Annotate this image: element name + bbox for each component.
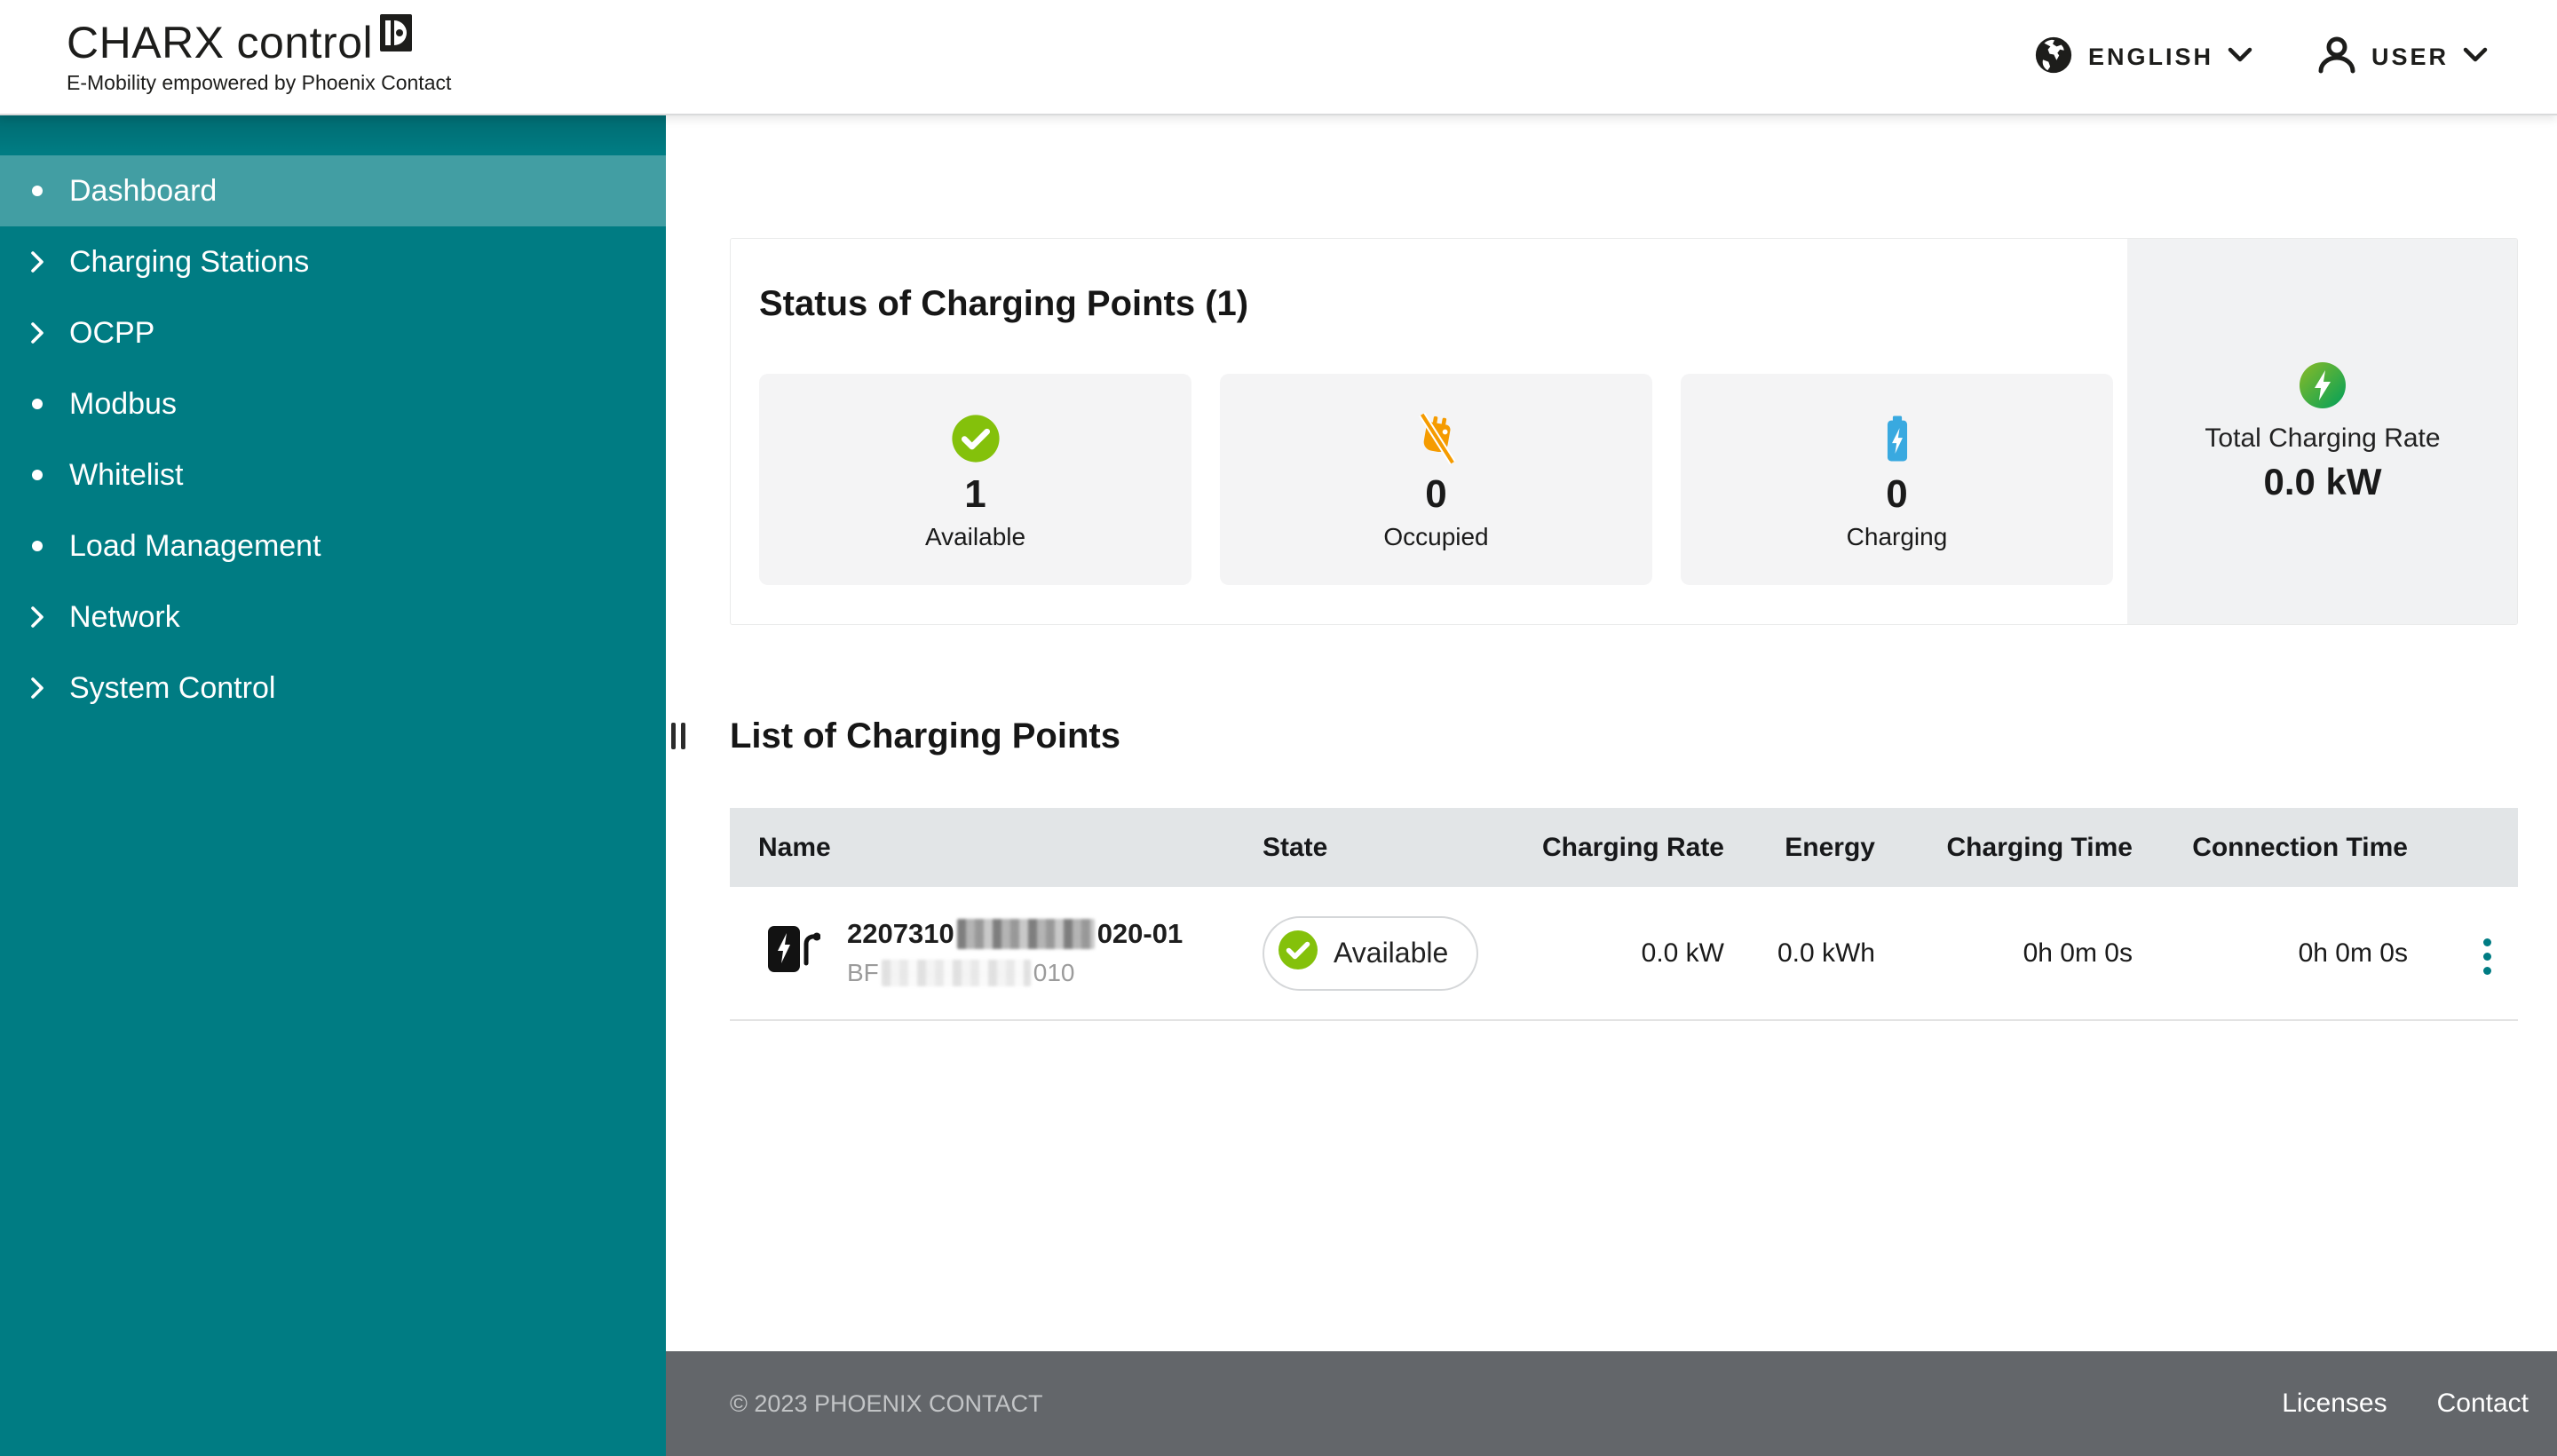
total-charging-rate-label: Total Charging Rate [2205, 423, 2440, 454]
check-circle-icon [950, 413, 1001, 469]
brand-tagline: E-Mobility empowered by Phoenix Contact [67, 71, 451, 95]
sidebar-item-load-management[interactable]: Load Management [0, 510, 666, 582]
sidebar-resize-handle[interactable] [668, 719, 689, 753]
status-tile-occupied: 0 Occupied [1220, 374, 1652, 585]
user-menu[interactable]: USER [2316, 35, 2488, 80]
contact-link[interactable]: Contact [2437, 1389, 2529, 1419]
column-header-name: Name [730, 808, 1263, 887]
brand-logo[interactable]: CHARXcontrol E-Mobility empowered by Pho… [67, 20, 451, 95]
charging-time-value: 0h 0m 0s [1875, 887, 2133, 1020]
column-header-connection-time: Connection Time [2133, 808, 2408, 887]
connection-time-value: 0h 0m 0s [2133, 887, 2408, 1020]
column-header-charging-rate: Charging Rate [1511, 808, 1724, 887]
plug-slash-icon [1411, 413, 1462, 469]
charging-point-serial: BF010 [847, 959, 1183, 988]
chevron-down-icon [2228, 47, 2252, 67]
sidebar-item-modbus[interactable]: Modbus [0, 368, 666, 439]
battery-bolt-icon [1882, 413, 1912, 469]
redacted-text [957, 919, 1095, 949]
row-actions-kebab-icon[interactable] [2474, 930, 2518, 984]
occupied-count: 0 [1425, 472, 1446, 517]
sidebar: Dashboard Charging Stations OCPP Modbus … [0, 115, 666, 1456]
total-charging-rate-panel: Total Charging Rate 0.0 kW [2127, 239, 2518, 624]
list-title: List of Charging Points [730, 714, 2518, 758]
sidebar-item-ocpp[interactable]: OCPP [0, 297, 666, 368]
copyright-text: © 2023 PHOENIX CONTACT [730, 1390, 1042, 1418]
ev-charger-icon [765, 922, 820, 983]
sidebar-nav: Dashboard Charging Stations OCPP Modbus … [0, 115, 666, 724]
sidebar-item-charging-stations[interactable]: Charging Stations [0, 226, 666, 297]
bullet-icon [27, 470, 48, 480]
language-label: ENGLISH [2088, 44, 2213, 71]
table-header-row: Name State Charging Rate Energy Charging… [730, 808, 2518, 887]
status-tile-available: 1 Available [759, 374, 1191, 585]
charging-point-name: 2207310020-01 [847, 918, 1183, 951]
person-icon [2316, 35, 2357, 80]
available-count: 1 [964, 472, 986, 517]
charging-point-row[interactable]: 2207310020-01 BF010 Available [730, 887, 2518, 1020]
language-menu[interactable]: ENGLISH [2033, 35, 2252, 80]
status-tile-charging: 0 Charging [1681, 374, 2113, 585]
column-header-charging-time: Charging Time [1875, 808, 2133, 887]
chevron-down-icon [2463, 47, 2488, 67]
bolt-circle-icon [2298, 360, 2347, 415]
column-header-energy: Energy [1724, 808, 1875, 887]
main-content: Status of Charging Points (1) 1 Availabl… [666, 115, 2557, 1351]
state-badge: Available [1263, 916, 1478, 991]
charging-points-table: Name State Charging Rate Energy Charging… [730, 808, 2518, 1021]
globe-icon [2033, 35, 2074, 80]
sidebar-item-system-control[interactable]: System Control [0, 653, 666, 724]
phoenix-contact-logo-icon [380, 14, 412, 58]
app-header: CHARXcontrol E-Mobility empowered by Pho… [0, 0, 2557, 115]
status-card-title: Status of Charging Points (1) [759, 281, 2113, 326]
chevron-right-icon [27, 605, 48, 629]
app-footer: © 2023 PHOENIX CONTACT Licenses Contact [666, 1351, 2557, 1456]
bullet-icon [27, 399, 48, 409]
charging-points-list-section: List of Charging Points Name State Charg… [730, 714, 2518, 1021]
chevron-right-icon [27, 249, 48, 274]
bullet-icon [27, 541, 48, 551]
column-header-actions [2408, 808, 2518, 887]
sidebar-item-network[interactable]: Network [0, 582, 666, 653]
charging-rate-value: 0.0 kW [1511, 887, 1724, 1020]
charging-label: Charging [1847, 522, 1948, 552]
redacted-text [882, 960, 1031, 986]
chevron-right-icon [27, 676, 48, 700]
sidebar-item-whitelist[interactable]: Whitelist [0, 439, 666, 510]
charging-count: 0 [1886, 472, 1907, 517]
user-label: USER [2371, 44, 2449, 71]
bullet-icon [27, 186, 48, 196]
total-charging-rate-value: 0.0 kW [2263, 461, 2381, 503]
check-circle-icon [1277, 929, 1319, 978]
available-label: Available [925, 522, 1025, 552]
column-header-state: State [1263, 808, 1511, 887]
occupied-label: Occupied [1383, 522, 1488, 552]
state-label: Available [1334, 937, 1448, 969]
licenses-link[interactable]: Licenses [2282, 1389, 2387, 1419]
sidebar-item-dashboard[interactable]: Dashboard [0, 155, 666, 226]
chevron-right-icon [27, 320, 48, 345]
status-card: Status of Charging Points (1) 1 Availabl… [730, 238, 2518, 625]
energy-value: 0.0 kWh [1724, 887, 1875, 1020]
brand-title: CHARXcontrol [67, 20, 373, 66]
